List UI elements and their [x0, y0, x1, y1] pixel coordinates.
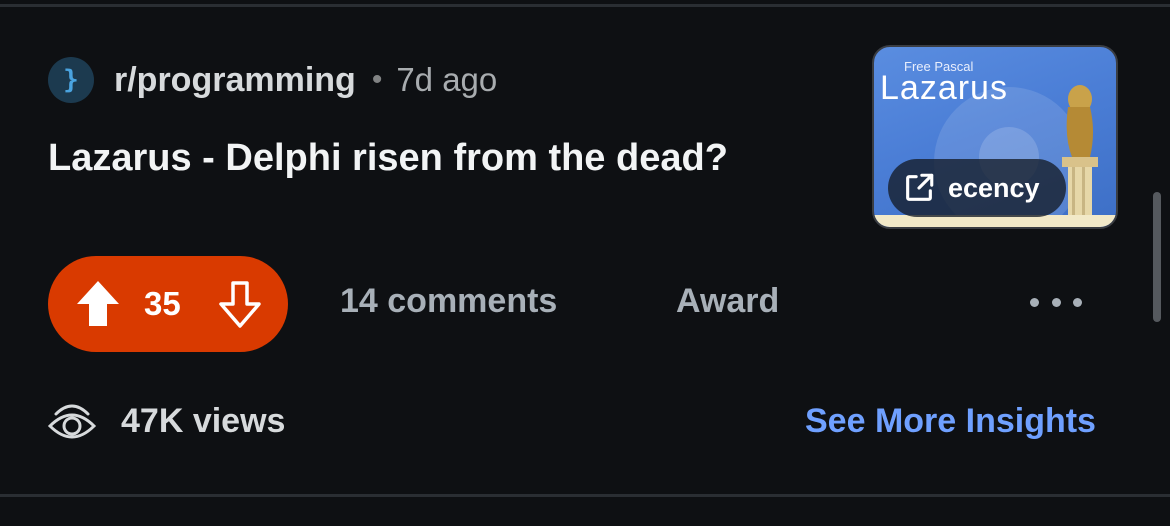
external-link-label: ecency — [948, 172, 1040, 203]
subreddit-name[interactable]: r/programming — [114, 61, 356, 100]
comments-button[interactable]: 14 comments — [340, 282, 557, 321]
external-link-icon — [906, 173, 934, 201]
ellipsis-dot — [1030, 297, 1039, 307]
subreddit-avatar[interactable]: } — [48, 57, 94, 103]
subreddit-avatar-glyph: } — [63, 65, 79, 95]
post-meta: r/programming • 7d ago — [114, 58, 497, 102]
downvote-arrow-icon[interactable] — [216, 278, 264, 330]
award-button[interactable]: Award — [676, 282, 779, 321]
upvote-arrow-icon[interactable] — [74, 278, 122, 330]
vote-count: 35 — [144, 285, 181, 322]
more-options-button[interactable] — [1030, 284, 1082, 320]
post-title[interactable]: Lazarus - Delphi risen from the dead? — [48, 132, 848, 184]
meta-separator: • — [371, 63, 383, 96]
thumbnail-footer-stripe — [874, 215, 1116, 227]
top-divider — [0, 4, 1170, 7]
see-more-insights-link[interactable]: See More Insights — [805, 402, 1096, 441]
vote-control: 35 — [48, 256, 288, 352]
external-link-badge[interactable]: ecency — [888, 159, 1066, 217]
bottom-divider — [0, 494, 1170, 497]
view-count: 47K views — [121, 402, 286, 440]
post-age: 7d ago — [396, 61, 498, 98]
ellipsis-dot — [1051, 297, 1061, 307]
post-thumbnail[interactable]: Free Pascal Lazarus ecency — [872, 45, 1118, 229]
views-eye-icon — [47, 404, 97, 439]
ellipsis-dot — [1073, 297, 1082, 307]
thumbnail-heading: Lazarus — [880, 69, 1008, 107]
post-card[interactable]: } r/programming • 7d ago Lazarus - Delph… — [0, 0, 1170, 526]
scrollbar-thumb[interactable] — [1153, 192, 1161, 322]
thumbnail-statue-image — [1062, 85, 1098, 227]
